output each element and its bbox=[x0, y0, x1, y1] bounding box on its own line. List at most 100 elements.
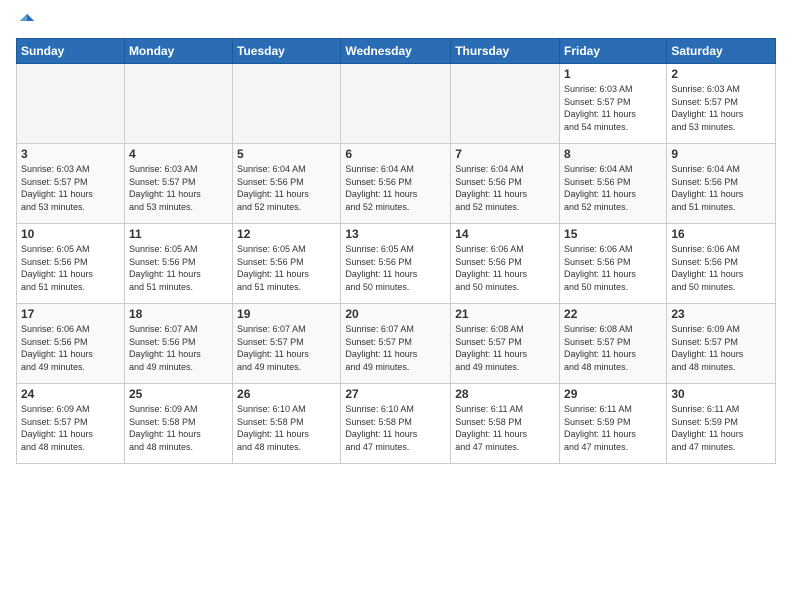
calendar-week-row: 10 Sunrise: 6:05 AMSunset: 5:56 PMDayligh… bbox=[17, 224, 776, 304]
calendar-table: SundayMondayTuesdayWednesdayThursdayFrid… bbox=[16, 38, 776, 464]
day-info: Sunrise: 6:09 AMSunset: 5:57 PMDaylight:… bbox=[671, 323, 771, 373]
calendar-cell: 22 Sunrise: 6:08 AMSunset: 5:57 PMDayligh… bbox=[560, 304, 667, 384]
calendar-cell: 26 Sunrise: 6:10 AMSunset: 5:58 PMDayligh… bbox=[233, 384, 341, 464]
day-number: 13 bbox=[345, 227, 446, 241]
calendar-cell: 4 Sunrise: 6:03 AMSunset: 5:57 PMDaylight… bbox=[124, 144, 232, 224]
day-info: Sunrise: 6:03 AMSunset: 5:57 PMDaylight:… bbox=[671, 83, 771, 133]
day-info: Sunrise: 6:04 AMSunset: 5:56 PMDaylight:… bbox=[564, 163, 662, 213]
calendar-cell: 21 Sunrise: 6:08 AMSunset: 5:57 PMDayligh… bbox=[451, 304, 560, 384]
day-info: Sunrise: 6:10 AMSunset: 5:58 PMDaylight:… bbox=[237, 403, 336, 453]
weekday-header: Wednesday bbox=[341, 39, 451, 64]
day-info: Sunrise: 6:11 AMSunset: 5:59 PMDaylight:… bbox=[564, 403, 662, 453]
day-number: 28 bbox=[455, 387, 555, 401]
day-number: 17 bbox=[21, 307, 120, 321]
day-info: Sunrise: 6:06 AMSunset: 5:56 PMDaylight:… bbox=[21, 323, 120, 373]
calendar-header-row: SundayMondayTuesdayWednesdayThursdayFrid… bbox=[17, 39, 776, 64]
day-number: 20 bbox=[345, 307, 446, 321]
day-info: Sunrise: 6:07 AMSunset: 5:57 PMDaylight:… bbox=[345, 323, 446, 373]
day-number: 11 bbox=[129, 227, 228, 241]
day-info: Sunrise: 6:04 AMSunset: 5:56 PMDaylight:… bbox=[455, 163, 555, 213]
day-number: 3 bbox=[21, 147, 120, 161]
day-info: Sunrise: 6:06 AMSunset: 5:56 PMDaylight:… bbox=[564, 243, 662, 293]
day-number: 15 bbox=[564, 227, 662, 241]
day-number: 8 bbox=[564, 147, 662, 161]
calendar-cell: 24Sunrise: 6:09 AMSunset: 5:57 PMDayligh… bbox=[17, 384, 125, 464]
calendar-cell: 16Sunrise: 6:06 AMSunset: 5:56 PMDayligh… bbox=[667, 224, 776, 304]
day-number: 21 bbox=[455, 307, 555, 321]
calendar-cell bbox=[233, 64, 341, 144]
day-info: Sunrise: 6:06 AMSunset: 5:56 PMDaylight:… bbox=[671, 243, 771, 293]
day-number: 2 bbox=[671, 67, 771, 81]
day-info: Sunrise: 6:06 AMSunset: 5:56 PMDaylight:… bbox=[455, 243, 555, 293]
day-number: 24 bbox=[21, 387, 120, 401]
calendar-cell: 18 Sunrise: 6:07 AMSunset: 5:56 PMDayligh… bbox=[124, 304, 232, 384]
logo bbox=[16, 12, 36, 30]
calendar-cell: 7Sunrise: 6:04 AMSunset: 5:56 PMDaylight… bbox=[451, 144, 560, 224]
calendar-cell: 10 Sunrise: 6:05 AMSunset: 5:56 PMDayligh… bbox=[17, 224, 125, 304]
calendar-cell: 14Sunrise: 6:06 AMSunset: 5:56 PMDayligh… bbox=[451, 224, 560, 304]
day-number: 22 bbox=[564, 307, 662, 321]
day-number: 18 bbox=[129, 307, 228, 321]
calendar-week-row: 24Sunrise: 6:09 AMSunset: 5:57 PMDayligh… bbox=[17, 384, 776, 464]
header bbox=[16, 12, 776, 30]
day-number: 10 bbox=[21, 227, 120, 241]
calendar-cell bbox=[451, 64, 560, 144]
calendar-cell: 25 Sunrise: 6:09 AMSunset: 5:58 PMDayligh… bbox=[124, 384, 232, 464]
calendar-week-row: 17 Sunrise: 6:06 AMSunset: 5:56 PMDayligh… bbox=[17, 304, 776, 384]
day-number: 4 bbox=[129, 147, 228, 161]
day-number: 9 bbox=[671, 147, 771, 161]
calendar-cell: 1Sunrise: 6:03 AMSunset: 5:57 PMDaylight… bbox=[560, 64, 667, 144]
day-info: Sunrise: 6:03 AMSunset: 5:57 PMDaylight:… bbox=[129, 163, 228, 213]
weekday-header: Monday bbox=[124, 39, 232, 64]
page: SundayMondayTuesdayWednesdayThursdayFrid… bbox=[0, 0, 792, 612]
day-info: Sunrise: 6:07 AMSunset: 5:56 PMDaylight:… bbox=[129, 323, 228, 373]
calendar-cell: 17 Sunrise: 6:06 AMSunset: 5:56 PMDayligh… bbox=[17, 304, 125, 384]
weekday-header: Thursday bbox=[451, 39, 560, 64]
calendar-cell: 5 Sunrise: 6:04 AMSunset: 5:56 PMDaylight… bbox=[233, 144, 341, 224]
calendar-cell: 27 Sunrise: 6:10 AMSunset: 5:58 PMDayligh… bbox=[341, 384, 451, 464]
calendar-cell: 11 Sunrise: 6:05 AMSunset: 5:56 PMDayligh… bbox=[124, 224, 232, 304]
calendar-cell bbox=[17, 64, 125, 144]
day-info: Sunrise: 6:04 AMSunset: 5:56 PMDaylight:… bbox=[345, 163, 446, 213]
day-number: 12 bbox=[237, 227, 336, 241]
calendar-cell: 2 Sunrise: 6:03 AMSunset: 5:57 PMDaylight… bbox=[667, 64, 776, 144]
calendar-cell bbox=[341, 64, 451, 144]
day-number: 6 bbox=[345, 147, 446, 161]
calendar-cell: 15 Sunrise: 6:06 AMSunset: 5:56 PMDayligh… bbox=[560, 224, 667, 304]
day-info: Sunrise: 6:11 AMSunset: 5:58 PMDaylight:… bbox=[455, 403, 555, 453]
day-info: Sunrise: 6:05 AMSunset: 5:56 PMDaylight:… bbox=[237, 243, 336, 293]
day-info: Sunrise: 6:04 AMSunset: 5:56 PMDaylight:… bbox=[671, 163, 771, 213]
calendar-week-row: 3 Sunrise: 6:03 AMSunset: 5:57 PMDaylight… bbox=[17, 144, 776, 224]
day-number: 29 bbox=[564, 387, 662, 401]
day-number: 27 bbox=[345, 387, 446, 401]
calendar-cell: 13Sunrise: 6:05 AMSunset: 5:56 PMDayligh… bbox=[341, 224, 451, 304]
weekday-header: Tuesday bbox=[233, 39, 341, 64]
calendar-cell: 3 Sunrise: 6:03 AMSunset: 5:57 PMDaylight… bbox=[17, 144, 125, 224]
weekday-header: Sunday bbox=[17, 39, 125, 64]
day-info: Sunrise: 6:05 AMSunset: 5:56 PMDaylight:… bbox=[21, 243, 120, 293]
day-info: Sunrise: 6:09 AMSunset: 5:58 PMDaylight:… bbox=[129, 403, 228, 453]
calendar-cell: 30Sunrise: 6:11 AMSunset: 5:59 PMDayligh… bbox=[667, 384, 776, 464]
day-info: Sunrise: 6:04 AMSunset: 5:56 PMDaylight:… bbox=[237, 163, 336, 213]
calendar-cell: 29 Sunrise: 6:11 AMSunset: 5:59 PMDayligh… bbox=[560, 384, 667, 464]
calendar-cell: 9 Sunrise: 6:04 AMSunset: 5:56 PMDaylight… bbox=[667, 144, 776, 224]
day-number: 26 bbox=[237, 387, 336, 401]
weekday-header: Saturday bbox=[667, 39, 776, 64]
calendar-cell: 8 Sunrise: 6:04 AMSunset: 5:56 PMDaylight… bbox=[560, 144, 667, 224]
day-number: 5 bbox=[237, 147, 336, 161]
day-info: Sunrise: 6:03 AMSunset: 5:57 PMDaylight:… bbox=[21, 163, 120, 213]
day-info: Sunrise: 6:11 AMSunset: 5:59 PMDaylight:… bbox=[671, 403, 771, 453]
day-number: 25 bbox=[129, 387, 228, 401]
day-info: Sunrise: 6:10 AMSunset: 5:58 PMDaylight:… bbox=[345, 403, 446, 453]
calendar-cell: 6 Sunrise: 6:04 AMSunset: 5:56 PMDaylight… bbox=[341, 144, 451, 224]
calendar-cell: 23Sunrise: 6:09 AMSunset: 5:57 PMDayligh… bbox=[667, 304, 776, 384]
calendar-cell bbox=[124, 64, 232, 144]
day-info: Sunrise: 6:05 AMSunset: 5:56 PMDaylight:… bbox=[129, 243, 228, 293]
weekday-header: Friday bbox=[560, 39, 667, 64]
day-info: Sunrise: 6:03 AMSunset: 5:57 PMDaylight:… bbox=[564, 83, 662, 133]
calendar-cell: 28 Sunrise: 6:11 AMSunset: 5:58 PMDayligh… bbox=[451, 384, 560, 464]
calendar-cell: 20 Sunrise: 6:07 AMSunset: 5:57 PMDayligh… bbox=[341, 304, 451, 384]
day-info: Sunrise: 6:08 AMSunset: 5:57 PMDaylight:… bbox=[455, 323, 555, 373]
day-info: Sunrise: 6:08 AMSunset: 5:57 PMDaylight:… bbox=[564, 323, 662, 373]
calendar-cell: 12 Sunrise: 6:05 AMSunset: 5:56 PMDayligh… bbox=[233, 224, 341, 304]
